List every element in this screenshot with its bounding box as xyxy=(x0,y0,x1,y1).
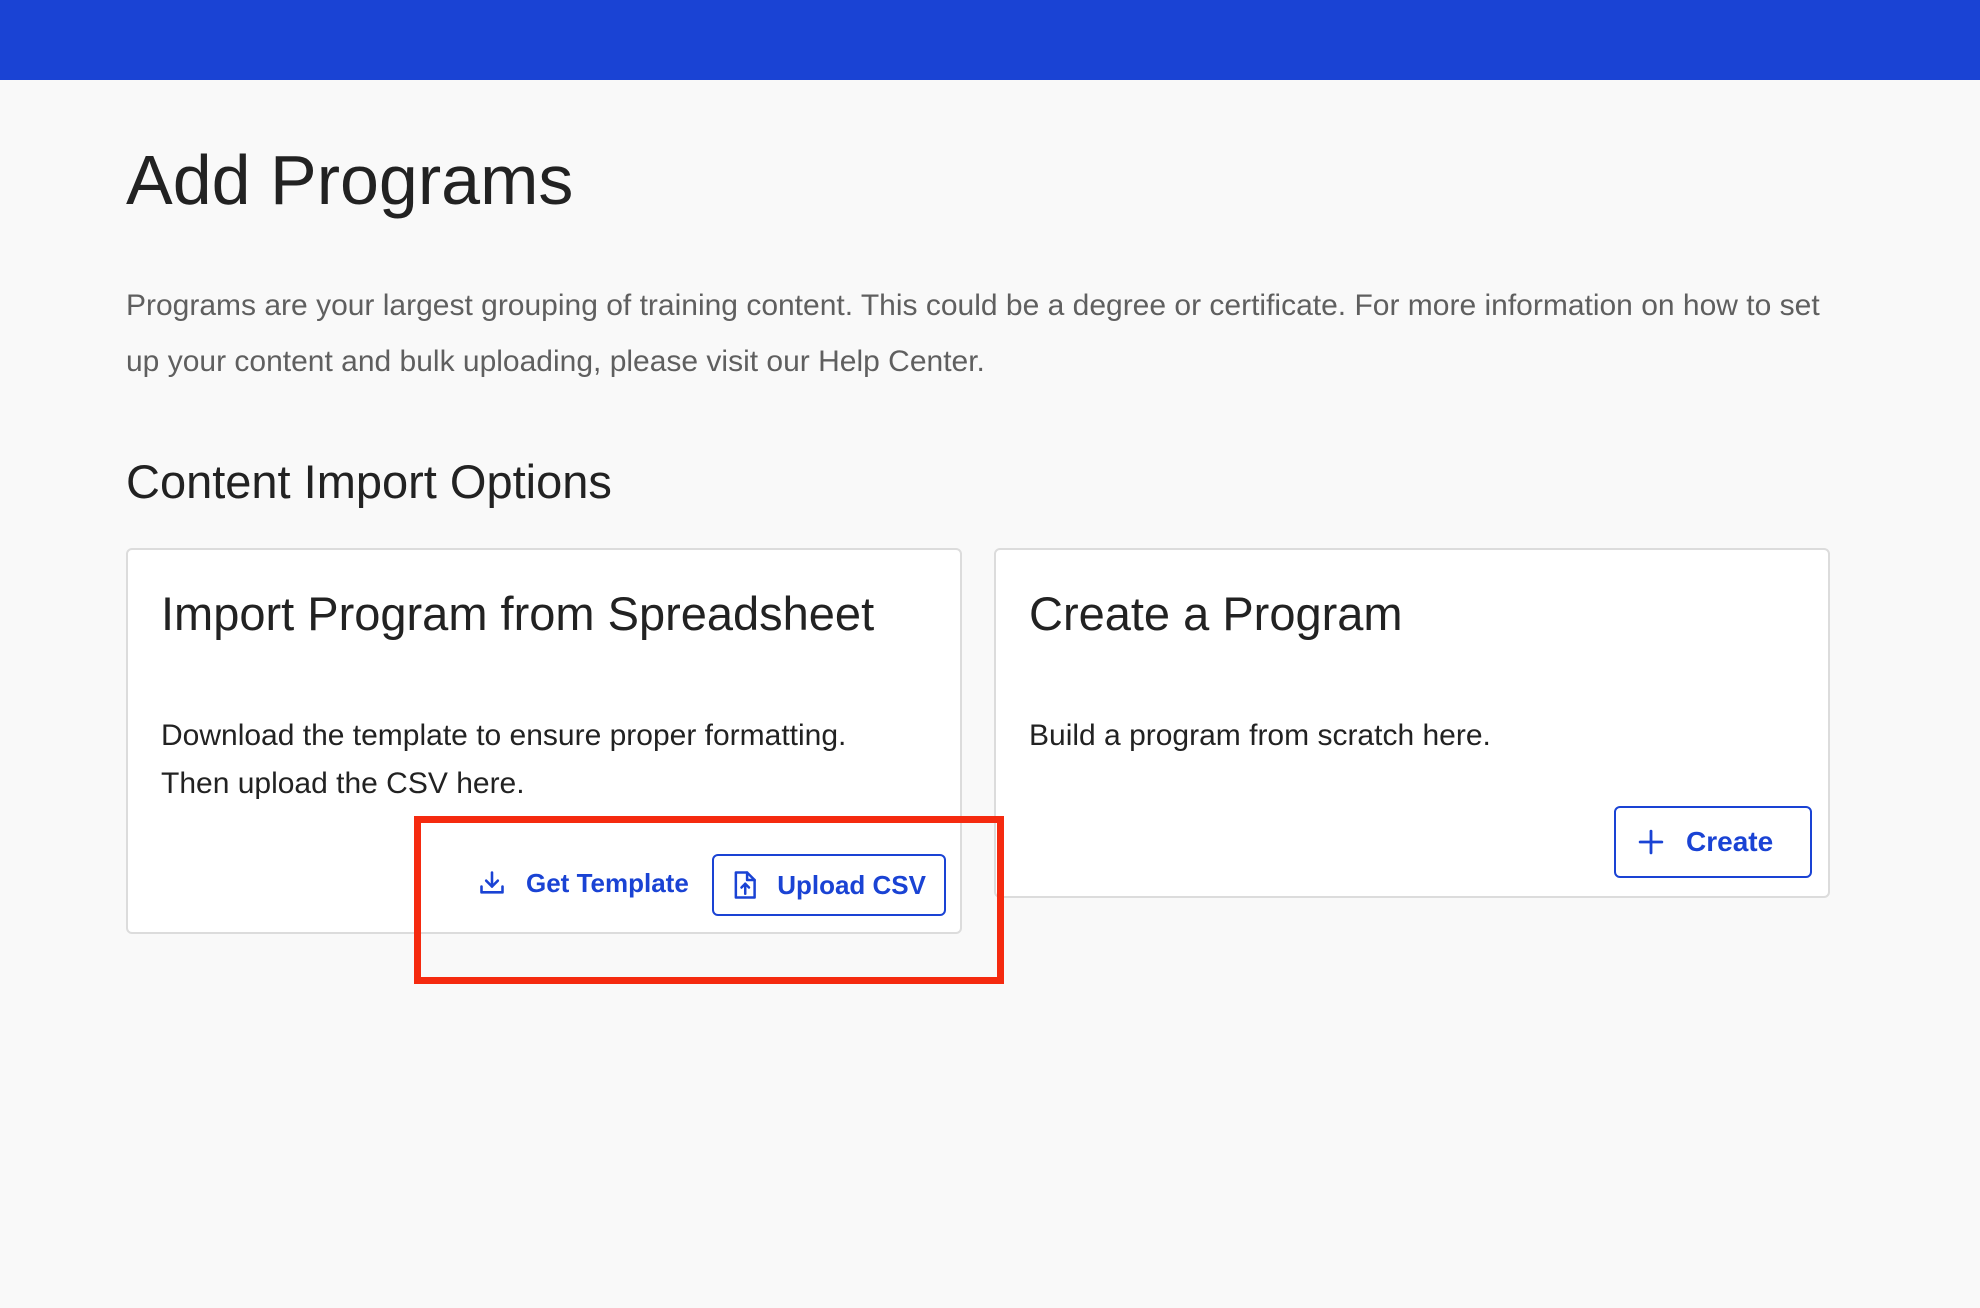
get-template-label: Get Template xyxy=(526,867,689,898)
upload-csv-label: Upload CSV xyxy=(777,869,926,900)
section-title: Content Import Options xyxy=(126,455,612,508)
get-template-button[interactable]: Get Template xyxy=(464,852,703,914)
create-button[interactable]: Create xyxy=(1614,806,1812,878)
import-card-text-line: Download the template to ensure proper f… xyxy=(161,719,847,752)
create-card-title: Create a Program xyxy=(1029,587,1403,640)
upload-csv-button[interactable]: Upload CSV xyxy=(712,854,946,916)
top-header-bar xyxy=(0,0,1980,80)
plus-icon xyxy=(1638,829,1664,855)
download-icon xyxy=(480,871,504,894)
create-card-description: Build a program from scratch here. xyxy=(1029,712,1491,760)
page-description: Programs are your largest grouping of tr… xyxy=(126,289,1820,378)
import-card-title: Import Program from Spreadsheet xyxy=(161,587,875,640)
import-card-description: Download the template to ensure proper f… xyxy=(161,712,846,808)
create-card-text-line: Build a program from scratch here. xyxy=(1029,719,1491,752)
page-title: Add Programs xyxy=(126,141,574,219)
create-label: Create xyxy=(1686,826,1774,857)
import-card-text-line: Then upload the CSV here. xyxy=(161,767,525,800)
file-upload-icon xyxy=(734,871,756,899)
create-program-card: Create a Program Build a program from sc… xyxy=(994,548,1830,898)
import-program-card: Import Program from Spreadsheet Download… xyxy=(126,548,962,934)
